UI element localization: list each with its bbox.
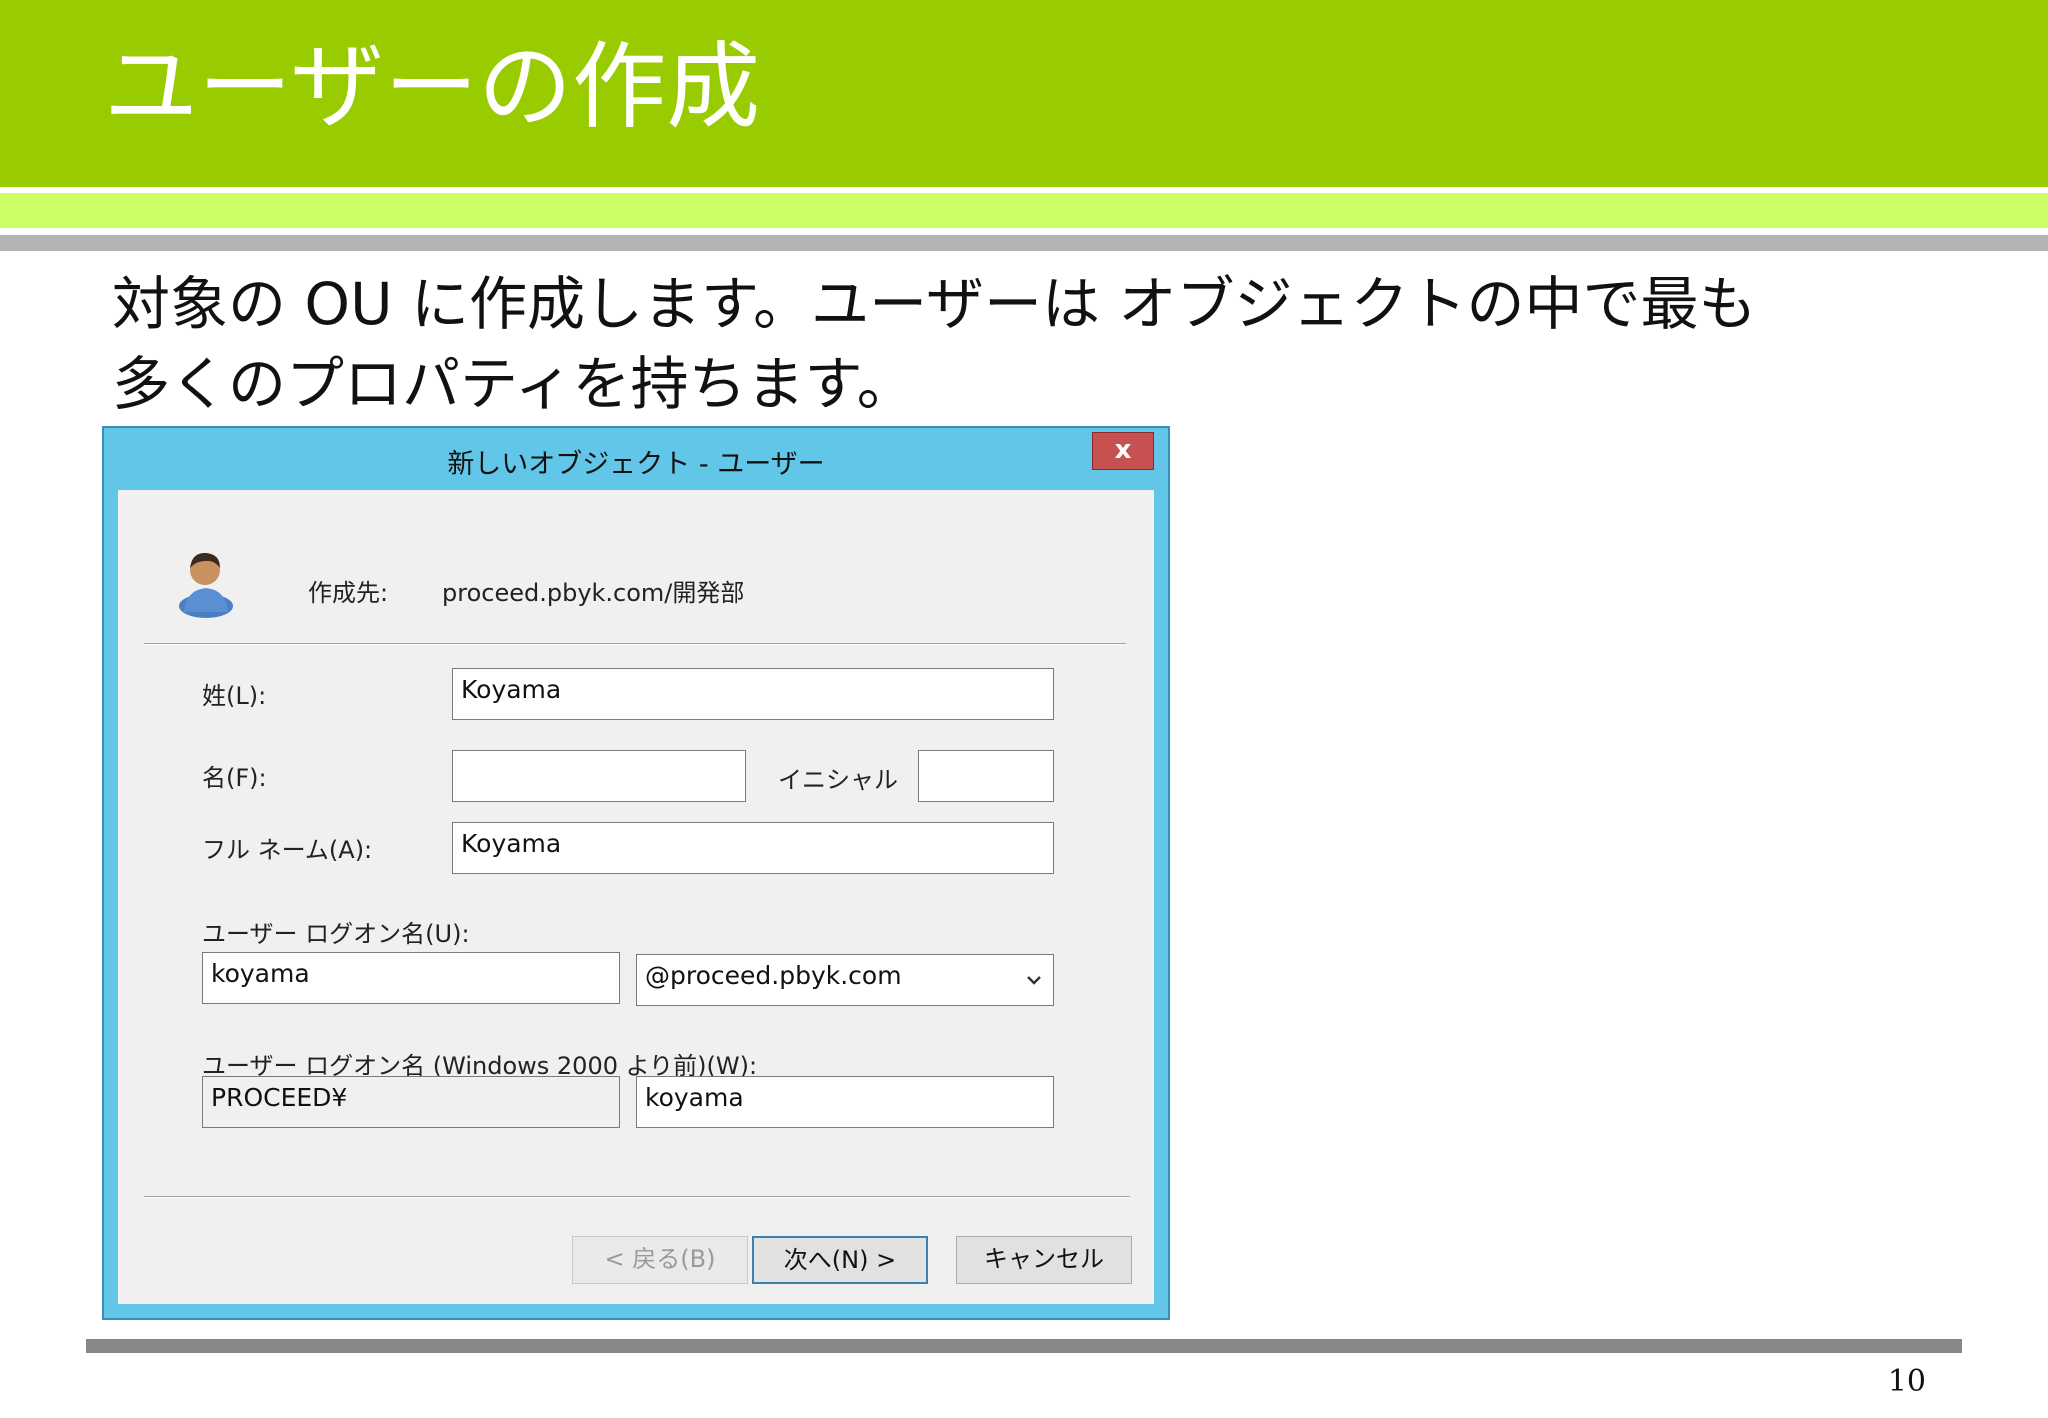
create-in-value: proceed.pbyk.com/開発部 [442,579,745,607]
slide-body-line-2: 多くのプロパティを持ちます。 [112,350,915,418]
title-divider-band [0,235,2048,251]
cancel-button[interactable]: キャンセル [956,1236,1132,1284]
first-name-input[interactable] [452,750,746,802]
top-separator [144,643,1126,645]
slide-body-line-1: 対象の OU に作成します。ユーザーは オブジェクトの中で最も [112,270,1757,338]
last-name-input[interactable]: Koyama [452,668,1054,720]
last-name-label: 姓(L): [202,682,267,710]
upn-suffix-select[interactable]: @proceed.pbyk.com [636,954,1054,1006]
new-user-dialog: 新しいオブジェクト - ユーザー x 作成先: proceed.pbyk.com… [102,426,1170,1320]
full-name-input[interactable]: Koyama [452,822,1054,874]
full-name-label: フル ネーム(A): [202,836,373,864]
initials-input[interactable] [918,750,1054,802]
first-name-label: 名(F): [202,764,267,792]
next-button[interactable]: 次へ(N) > [752,1236,928,1284]
logon-name-input[interactable]: koyama [202,952,620,1004]
dialog-title: 新しいオブジェクト - ユーザー [447,449,825,480]
pre2000-logon-input[interactable]: koyama [636,1076,1054,1128]
create-in-label: 作成先: [308,579,389,607]
title-accent-band [0,193,2048,228]
initials-label: イニシャル [778,766,898,794]
page-number: 10 [1887,1364,1926,1399]
footer-rule [86,1339,1962,1353]
close-button[interactable]: x [1092,432,1154,470]
dialog-client-area: 作成先: proceed.pbyk.com/開発部 姓(L): Koyama 名… [118,490,1154,1304]
slide-title: ユーザーの作成 [104,33,761,142]
back-button[interactable]: < 戻る(B) [572,1236,748,1284]
chevron-down-icon [1027,976,1041,985]
user-icon [179,552,233,618]
bottom-separator [144,1196,1130,1198]
logon-name-label: ユーザー ログオン名(U): [202,920,470,948]
upn-suffix-value: @proceed.pbyk.com [645,961,902,990]
pre2000-domain-field: PROCEED¥ [202,1076,620,1128]
